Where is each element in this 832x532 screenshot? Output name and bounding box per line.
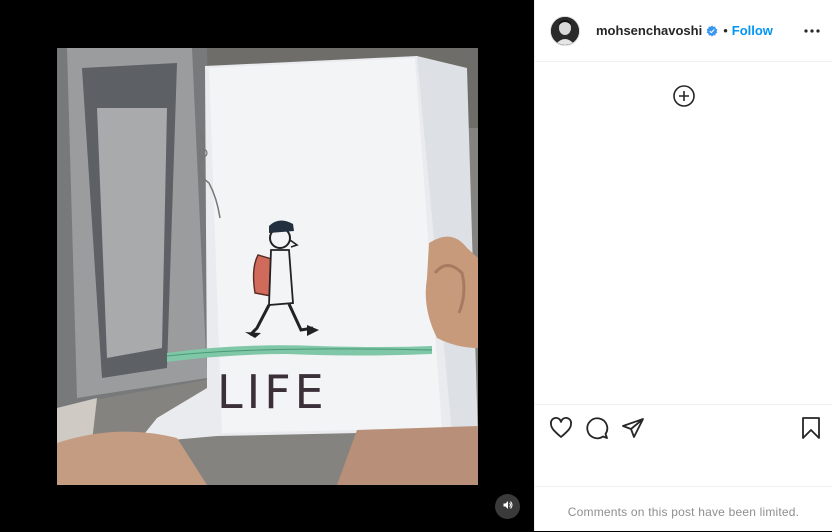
flipbook-frame: LIFE	[57, 48, 478, 485]
post-media[interactable]: LIFE	[0, 0, 534, 531]
post-header: mohsenchavoshi • Follow	[535, 0, 832, 62]
follow-button[interactable]: Follow	[732, 23, 773, 38]
comments-limited-notice: Comments on this post have been limited.	[567, 505, 800, 519]
volume-icon	[502, 498, 514, 516]
plus-circle-icon[interactable]	[672, 84, 696, 113]
paper-plane-icon[interactable]	[621, 416, 645, 445]
comment-bubble-icon[interactable]	[585, 416, 609, 445]
comments-area	[535, 63, 832, 404]
comments-footer: Comments on this post have been limited.	[535, 486, 832, 532]
video-player[interactable]: LIFE	[57, 48, 478, 485]
username-link[interactable]: mohsenchavoshi	[596, 23, 702, 38]
bookmark-icon[interactable]	[799, 416, 823, 445]
audio-toggle-button[interactable]	[495, 494, 520, 519]
separator-dot: •	[723, 23, 728, 38]
heart-icon[interactable]	[549, 416, 573, 445]
post-side-panel: mohsenchavoshi • Follow Comments on this…	[534, 0, 832, 531]
more-options-icon[interactable]	[804, 28, 820, 33]
drawn-life-text: LIFE	[217, 365, 328, 419]
verified-badge-icon	[706, 25, 718, 37]
post-actions-bar	[535, 404, 832, 451]
avatar[interactable]	[550, 15, 580, 46]
